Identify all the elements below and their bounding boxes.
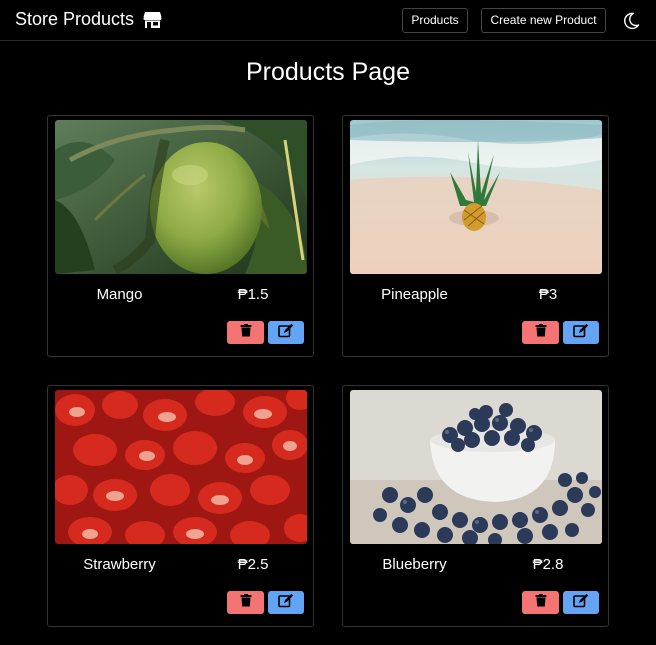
trash-icon [535,593,547,612]
brand[interactable]: Store Products [15,9,162,30]
product-price: ₱2.8 [532,556,564,573]
delete-button[interactable] [522,591,559,614]
product-card: Strawberry ₱2.5 [47,385,314,627]
product-card: Blueberry ₱2.8 [342,385,609,627]
product-card: Mango ₱1.5 [47,115,314,357]
edit-button[interactable] [563,591,599,614]
edit-button[interactable] [268,321,304,344]
edit-button[interactable] [563,321,599,344]
product-price: ₱3 [538,286,558,303]
navbar: Store Products Products Create new Produ… [0,0,656,41]
product-price: ₱2.5 [237,556,269,573]
page-title: Products Page [246,58,410,86]
trash-icon [240,323,252,342]
product-card: Pineapple ₱3 [342,115,609,357]
edit-icon [278,593,294,613]
product-name: Blueberry [382,556,447,573]
trash-icon [240,593,252,612]
product-name: Mango [96,286,143,303]
create-product-button[interactable]: Create new Product [481,8,606,33]
product-image [350,120,602,274]
product-name: Strawberry [83,556,156,573]
brand-title[interactable]: Store Products [15,9,134,30]
edit-icon [573,593,589,613]
product-name: Pineapple [381,286,448,303]
products-nav-button[interactable]: Products [402,8,468,33]
store-icon [143,11,162,29]
edit-icon [278,323,294,343]
edit-button[interactable] [268,591,304,614]
trash-icon [535,323,547,342]
moon-icon[interactable] [621,11,641,31]
delete-button[interactable] [227,321,264,344]
product-image [350,390,602,544]
product-image [55,120,307,274]
delete-button[interactable] [522,321,559,344]
product-image [55,390,307,544]
product-price: ₱1.5 [237,286,269,303]
delete-button[interactable] [227,591,264,614]
edit-icon [573,323,589,343]
